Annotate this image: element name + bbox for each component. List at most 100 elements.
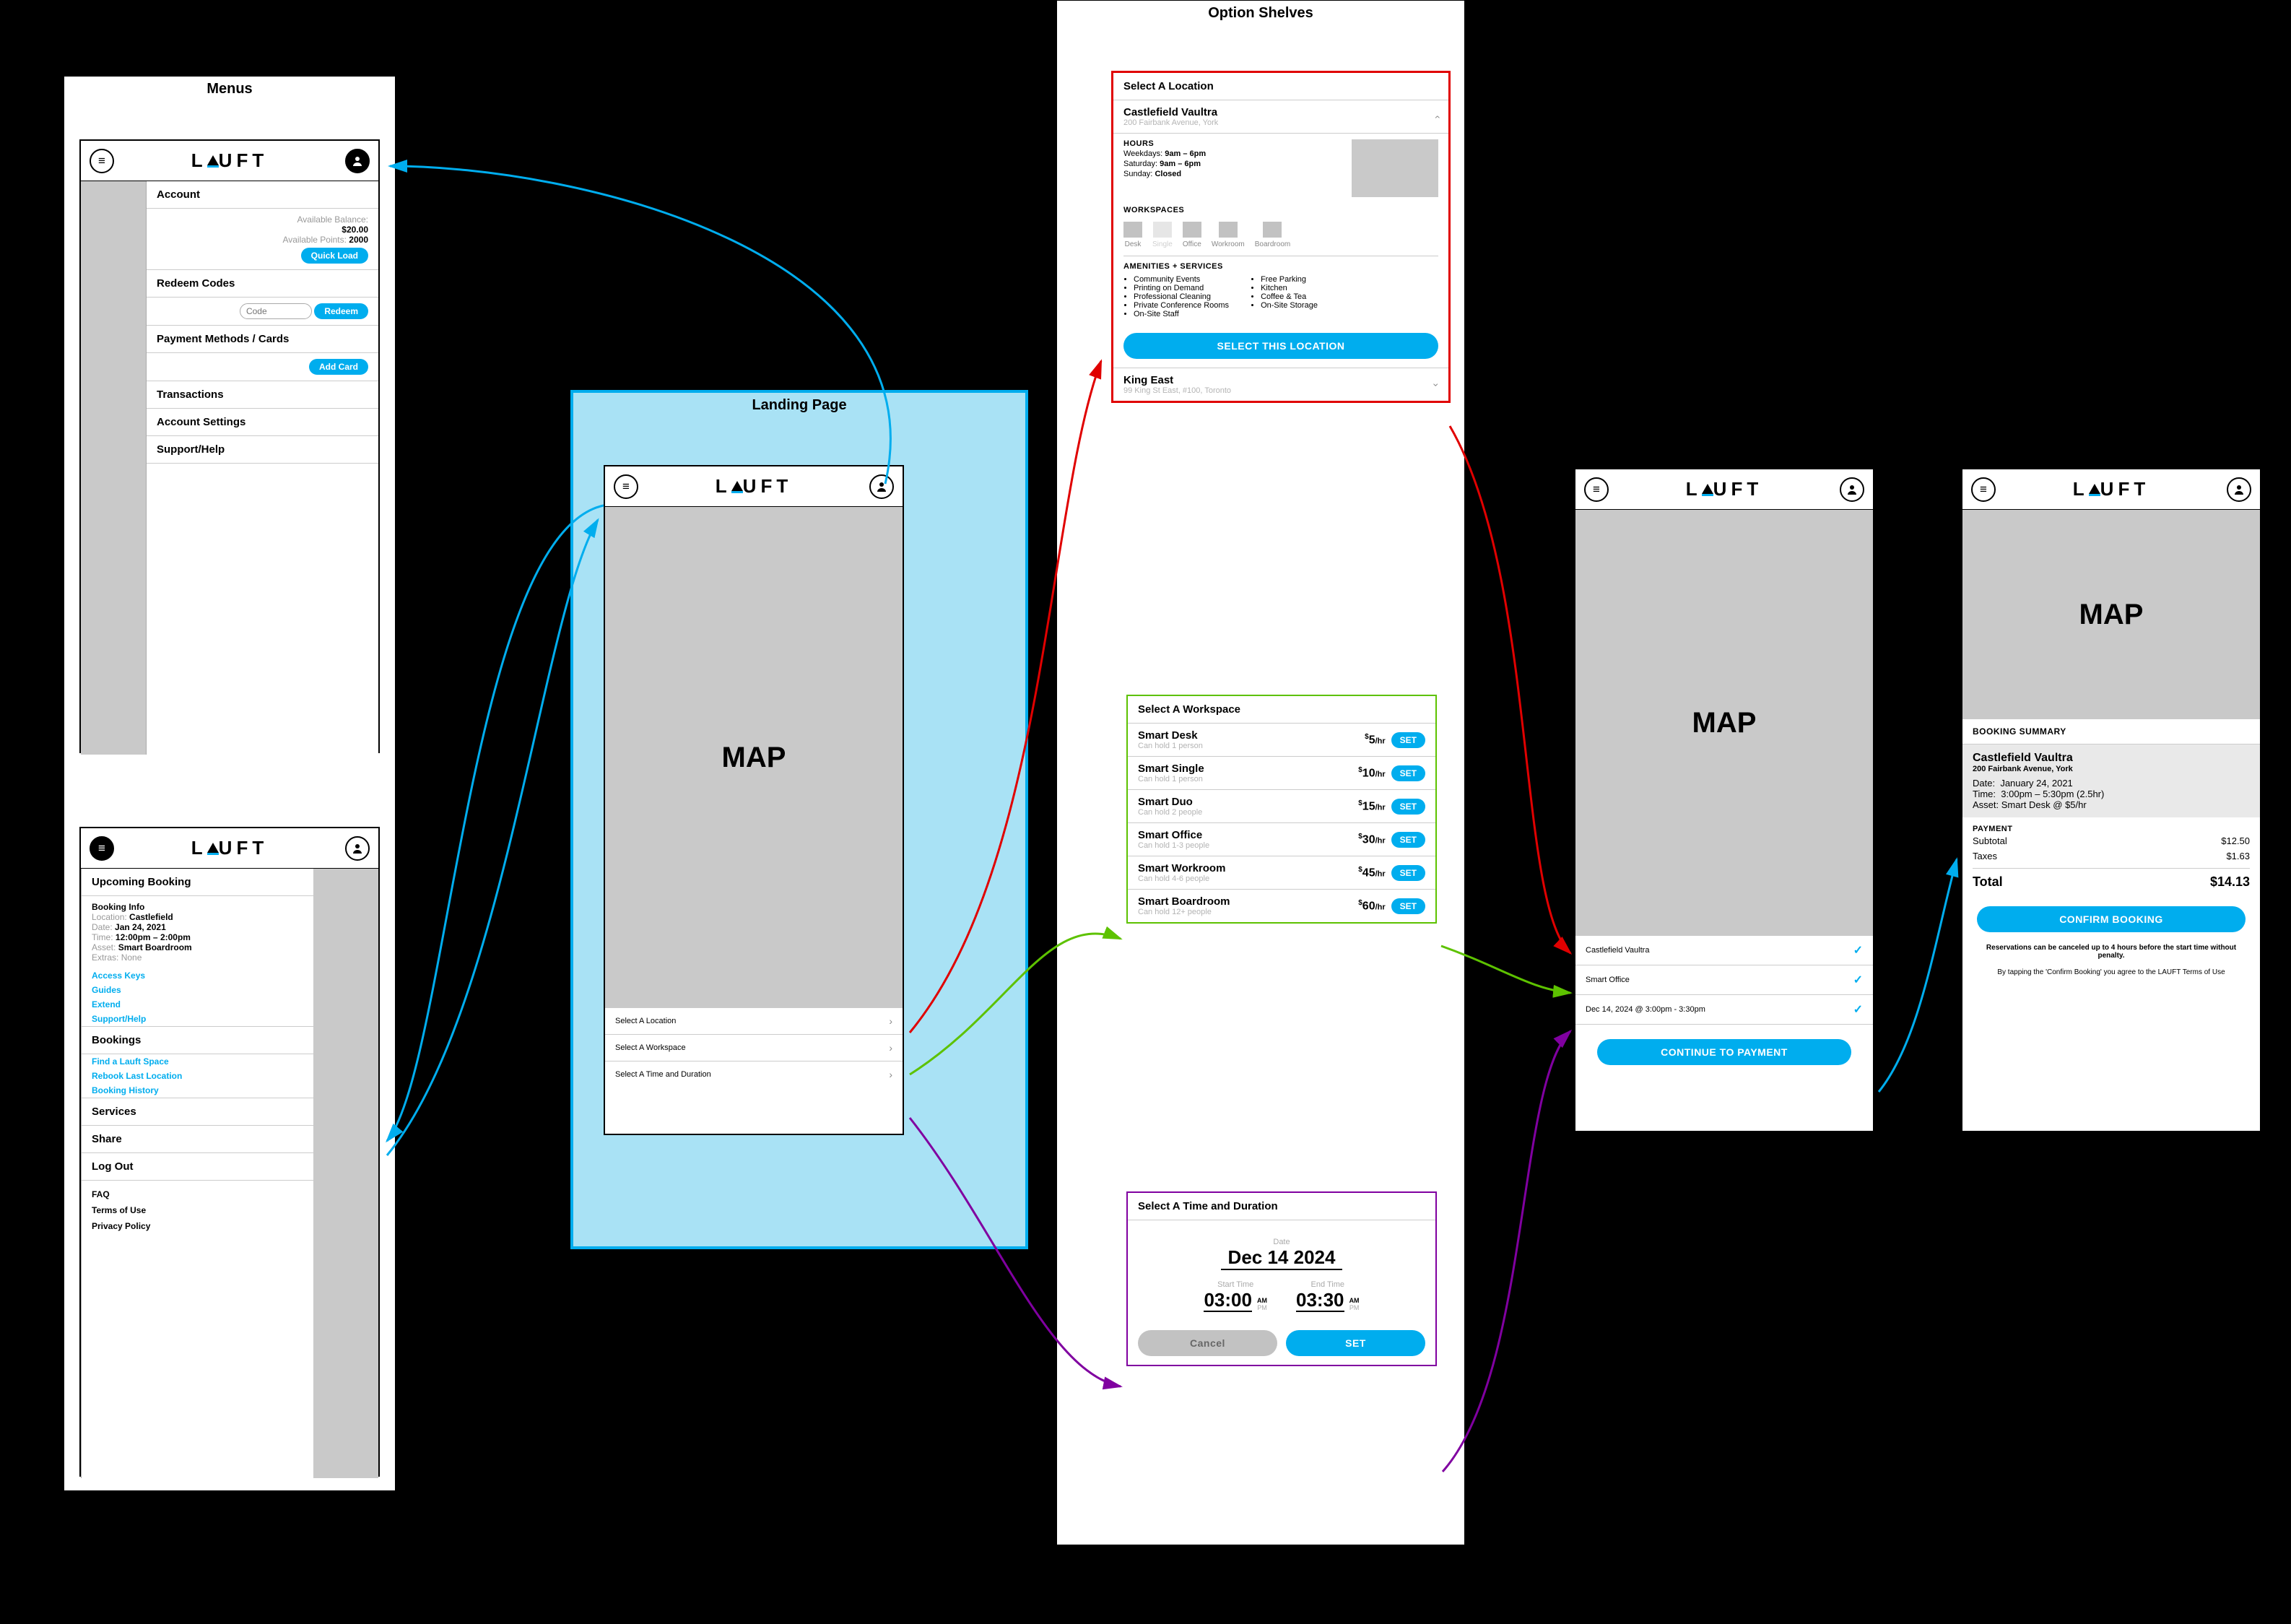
- cancel-button[interactable]: Cancel: [1138, 1330, 1277, 1356]
- select-time-row[interactable]: Select A Time and Duration›: [605, 1061, 903, 1087]
- location-1-header[interactable]: Castlefield Vaultra 200 Fairbank Avenue,…: [1113, 100, 1448, 133]
- booking-info-hd: Booking Info: [92, 902, 144, 912]
- share-row[interactable]: Share: [82, 1126, 313, 1153]
- hamburger-icon[interactable]: ≡: [1584, 477, 1609, 502]
- review-location-row[interactable]: Castlefield Vaultra✓: [1575, 936, 1873, 965]
- map[interactable]: MAP: [1962, 510, 2260, 719]
- subtotal-value: $12.50: [2221, 835, 2250, 846]
- chevron-down-icon: ›: [1431, 383, 1443, 386]
- amenities-right: Free ParkingKitchen Coffee & TeaOn-Site …: [1261, 275, 1318, 318]
- support-row[interactable]: Support/Help: [147, 436, 378, 464]
- set-workspace-button[interactable]: SET: [1391, 898, 1425, 914]
- set-workspace-button[interactable]: SET: [1391, 832, 1425, 848]
- ws-price: $30/hr: [1358, 833, 1385, 846]
- ws-name: Smart Desk: [1138, 729, 1203, 742]
- chevron-right-icon: ›: [889, 1015, 892, 1027]
- amenities-left: Community EventsPrinting on Demand Profe…: [1134, 275, 1229, 318]
- workspace-row: Smart DuoCan hold 2 people$15/hrSET: [1128, 790, 1435, 823]
- hamburger-icon[interactable]: ≡: [1971, 477, 1996, 502]
- review-time-row[interactable]: Dec 14, 2024 @ 3:00pm - 3:30pm✓: [1575, 995, 1873, 1025]
- check-icon: ✓: [1853, 973, 1863, 987]
- booking-date: Jan 24, 2021: [115, 922, 166, 932]
- add-card-button[interactable]: Add Card: [309, 359, 368, 375]
- ws-capacity: Can hold 12+ people: [1138, 908, 1230, 916]
- review-phone: ≡ LUFT MAP Castlefield Vaultra✓ Smart Of…: [1574, 468, 1874, 1132]
- workspace-shelf-title: Select A Workspace: [1128, 696, 1435, 724]
- map[interactable]: MAP: [1575, 510, 1873, 936]
- support-link[interactable]: Support/Help: [82, 1012, 313, 1026]
- extend-link[interactable]: Extend: [82, 997, 313, 1012]
- avail-bal: $20.00: [342, 225, 368, 235]
- date-field[interactable]: Dec 14 2024: [1221, 1246, 1343, 1270]
- ws-name: Smart Single: [1138, 763, 1204, 775]
- ws-icon-workroom: Workroom: [1212, 222, 1245, 248]
- set-workspace-button[interactable]: SET: [1391, 799, 1425, 815]
- account-icon[interactable]: [869, 474, 894, 499]
- map[interactable]: MAP: [605, 507, 903, 1008]
- access-keys-link[interactable]: Access Keys: [82, 968, 313, 983]
- logo: LUFT: [1686, 478, 1762, 500]
- continue-payment-button[interactable]: CONTINUE TO PAYMENT: [1597, 1039, 1851, 1065]
- set-workspace-button[interactable]: SET: [1391, 732, 1425, 748]
- chevron-right-icon: ›: [889, 1069, 892, 1080]
- avail-bal-label: Available Balance:: [297, 214, 368, 225]
- select-workspace-row[interactable]: Select A Workspace›: [605, 1035, 903, 1061]
- account-icon[interactable]: [345, 836, 370, 861]
- history-link[interactable]: Booking History: [82, 1083, 313, 1098]
- hamburger-icon[interactable]: ≡: [614, 474, 638, 499]
- shelves-title: Option Shelves: [1057, 5, 1464, 22]
- logo: LUFT: [716, 475, 792, 498]
- hamburger-icon[interactable]: ≡: [90, 836, 114, 861]
- guides-link[interactable]: Guides: [82, 983, 313, 997]
- location-2-header[interactable]: King East 99 King St East, #100, Toronto…: [1113, 368, 1448, 401]
- workspace-row: Smart SingleCan hold 1 person $10/hr SET: [1128, 757, 1435, 790]
- quick-load-button[interactable]: Quick Load: [301, 248, 368, 264]
- ws-name: Smart Duo: [1138, 796, 1202, 808]
- workspace-row: Smart DeskCan hold 1 person$5/hrSET: [1128, 724, 1435, 757]
- ws-price: $10/hr: [1358, 766, 1385, 780]
- review-workspace-row[interactable]: Smart Office✓: [1575, 965, 1873, 995]
- payment-header: PAYMENT: [1973, 825, 2250, 833]
- end-time-field[interactable]: 03:30: [1296, 1289, 1344, 1312]
- ws-icon-desk: Desk: [1123, 222, 1142, 248]
- logout-row[interactable]: Log Out: [82, 1153, 313, 1181]
- code-input[interactable]: [240, 303, 312, 319]
- transactions-row[interactable]: Transactions: [147, 381, 378, 409]
- logo: LUFT: [191, 149, 268, 172]
- account-icon[interactable]: [1840, 477, 1864, 502]
- ws-name: Smart Boardroom: [1138, 895, 1230, 908]
- account-header: Account: [147, 181, 378, 209]
- ws-name: Smart Workroom: [1138, 862, 1225, 874]
- confirm-booking-button[interactable]: CONFIRM BOOKING: [1977, 906, 2246, 932]
- ws-icon-office: Office: [1183, 222, 1201, 248]
- booking-extras: None: [121, 952, 142, 963]
- landing-title: Landing Page: [573, 397, 1025, 414]
- ws-capacity: Can hold 1 person: [1138, 775, 1204, 783]
- account-icon[interactable]: [2227, 477, 2251, 502]
- hamburger-icon[interactable]: ≡: [90, 149, 114, 173]
- set-workspace-button[interactable]: SET: [1391, 865, 1425, 881]
- account-icon[interactable]: [345, 149, 370, 173]
- set-time-button[interactable]: SET: [1286, 1330, 1425, 1356]
- upcoming-header: Upcoming Booking: [82, 869, 313, 896]
- select-location-button[interactable]: SELECT THIS LOCATION: [1123, 333, 1438, 359]
- services-row[interactable]: Services: [82, 1098, 313, 1126]
- set-workspace-button[interactable]: SET: [1391, 765, 1425, 781]
- location-shelf-title: Select A Location: [1113, 73, 1448, 100]
- terms-link[interactable]: Terms of Use: [92, 1202, 303, 1218]
- avail-pts: 2000: [349, 235, 368, 245]
- ws-capacity: Can hold 4-6 people: [1138, 874, 1225, 883]
- chevron-right-icon: ›: [889, 1042, 892, 1054]
- redeem-button[interactable]: Redeem: [314, 303, 368, 319]
- start-time-field[interactable]: 03:00: [1204, 1289, 1252, 1312]
- time-shelf: Select A Time and Duration Date Dec 14 2…: [1126, 1191, 1437, 1366]
- rebook-link[interactable]: Rebook Last Location: [82, 1069, 313, 1083]
- cancellation-policy: Reservations can be canceled up to 4 hou…: [1962, 939, 2260, 964]
- select-location-row[interactable]: Select A Location›: [605, 1008, 903, 1035]
- location-shelf: Select A Location Castlefield Vaultra 20…: [1111, 71, 1451, 403]
- summary-phone: ≡ LUFT MAP BOOKING SUMMARY Castlefield V…: [1961, 468, 2261, 1132]
- find-space-link[interactable]: Find a Lauft Space: [82, 1054, 313, 1069]
- account-settings-row[interactable]: Account Settings: [147, 409, 378, 436]
- privacy-link[interactable]: Privacy Policy: [92, 1218, 303, 1234]
- faq-link[interactable]: FAQ: [92, 1186, 303, 1202]
